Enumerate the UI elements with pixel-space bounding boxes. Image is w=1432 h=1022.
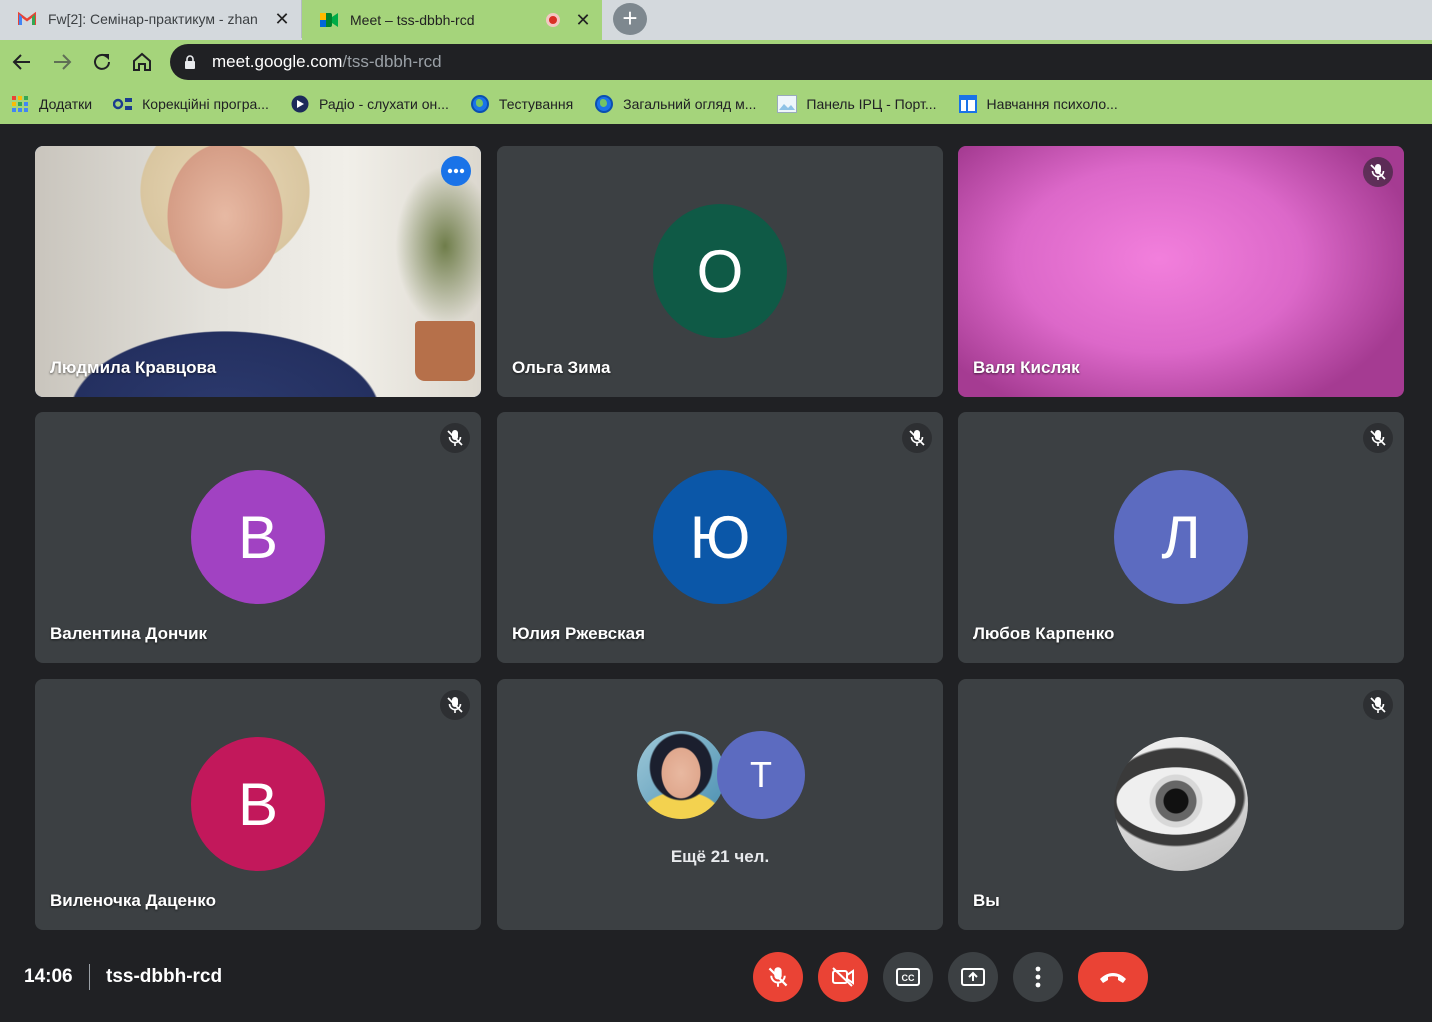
lock-icon [185,55,195,69]
calendar-icon [958,95,978,113]
reload-icon[interactable] [90,50,114,74]
recording-indicator-icon [546,13,560,27]
self-tile[interactable]: Вы [958,679,1404,930]
avatar: В [191,470,325,604]
url-host: meet.google.com [212,52,343,71]
present-screen-icon [961,968,985,986]
globe-icon [470,95,490,113]
tab-gmail[interactable]: Fw[2]: Семінар-практикум - zhan ✕ [0,0,302,38]
leave-call-button[interactable] [1078,952,1148,1002]
more-options-button[interactable] [1013,952,1063,1002]
svg-text:CC: CC [902,973,915,983]
bookmark-label: Корекційні програ... [142,96,269,112]
address-bar[interactable]: meet.google.com/tss-dbbh-rcd [170,44,1432,80]
mic-off-icon [440,690,470,720]
participant-name: Валентина Дончик [50,624,208,643]
participant-name: Валя Кисляк [973,358,1080,377]
home-icon[interactable] [130,50,154,74]
more-vertical-icon [1035,966,1041,988]
bookmark-label: Радіо - слухати он... [318,96,449,112]
participant-name: Юлия Ржевская [512,624,645,643]
mic-off-icon [768,967,788,987]
meet-stage: Людмила Кравцова О Ольга Зима Валя Кисля… [0,124,1432,1022]
mic-off-icon [1363,690,1393,720]
close-icon[interactable]: ✕ [574,10,592,31]
camera-off-icon [832,967,854,987]
bookmark-label: Загальний огляд м... [623,96,757,112]
mic-off-icon [902,423,932,453]
browser-toolbar: meet.google.com/tss-dbbh-rcd [0,40,1432,84]
participant-name: Людмила Кравцова [50,358,217,377]
bookmark-label: Навчання психоло... [986,96,1118,112]
avatar: В [191,737,325,871]
mic-off-icon [1363,157,1393,187]
captions-button[interactable]: CC [883,952,933,1002]
bookmark-testing[interactable]: Тестування [470,95,573,113]
participant-tile[interactable]: Валя Кисляк [958,146,1404,397]
divider [89,964,90,990]
meeting-clock: 14:06 [24,966,73,987]
mic-off-icon [440,423,470,453]
image-icon [777,95,798,113]
cluster-icon [113,95,133,113]
more-options-button[interactable] [441,156,471,186]
more-horizontal-icon [447,168,465,174]
avatar: Л [1114,470,1248,604]
tab-title: Meet – tss-dbbh-rcd [350,12,475,28]
close-icon[interactable]: ✕ [273,9,291,30]
present-screen-button[interactable] [948,952,998,1002]
radio-icon [290,95,310,113]
more-participants-tile[interactable]: Т Ещё 21 чел. [497,679,943,930]
meeting-code: tss-dbbh-rcd [106,966,223,987]
camera-toggle-button[interactable] [818,952,868,1002]
tab-title: Fw[2]: Семінар-практикум - zhan [48,11,258,27]
participant-photo-avatar [637,731,725,819]
bookmark-label: Додатки [39,96,93,112]
avatar: О [653,204,787,338]
closed-captions-icon: CC [896,968,920,986]
participant-tile[interactable]: Людмила Кравцова [35,146,481,397]
participant-tile[interactable]: В Виленочка Даценко [35,679,481,930]
more-avatars-group: Т [637,731,817,821]
bookmark-label: Тестування [498,96,574,112]
participant-name: Вы [973,891,1000,910]
more-participants-label: Ещё 21 чел. [670,847,770,866]
bookmark-psychology[interactable]: Навчання психоло... [958,95,1118,113]
participant-tile[interactable]: Ю Юлия Ржевская [497,412,943,663]
mic-toggle-button[interactable] [753,952,803,1002]
participant-name: Любов Карпенко [973,624,1115,643]
bookmark-apps[interactable]: Додатки [10,95,92,113]
url-path: /tss-dbbh-rcd [342,52,442,71]
meet-icon [320,13,338,27]
bookmark-panel[interactable]: Панель IPЦ - Порт... [777,95,937,113]
participant-tile[interactable]: Л Любов Карпенко [958,412,1404,663]
bookmarks-bar: Додатки Корекційні програ... Радіо - слу… [0,84,1432,124]
tab-strip: Fw[2]: Семінар-практикум - zhan ✕ Meet –… [0,0,1432,40]
meeting-controls-bar: 14:06 tss-dbbh-rcd CC [0,940,1432,1022]
bookmark-radio[interactable]: Радіо - слухати он... [290,95,449,113]
participant-name: Виленочка Даценко [50,891,216,910]
back-icon[interactable] [10,50,34,74]
participant-tile[interactable]: О Ольга Зима [497,146,943,397]
eye-photo-avatar [1114,737,1248,871]
avatar: Т [717,731,805,819]
bookmark-programs[interactable]: Корекційні програ... [113,95,269,113]
participant-name: Ольга Зима [512,358,611,377]
apps-grid-icon [10,95,30,113]
mic-off-icon [1363,423,1393,453]
tab-meet[interactable]: Meet – tss-dbbh-rcd ✕ [302,0,602,40]
plant-decoration [395,166,481,326]
hang-up-icon [1100,973,1126,983]
avatar: Ю [653,470,787,604]
bookmark-label: Панель IPЦ - Порт... [806,96,937,112]
bookmark-overview[interactable]: Загальний огляд м... [594,95,756,113]
plant-pot-decoration [415,321,475,381]
gmail-icon [18,11,36,25]
globe-icon [594,95,614,113]
participant-tile[interactable]: В Валентина Дончик [35,412,481,663]
new-tab-button[interactable]: + [613,3,647,35]
forward-icon[interactable] [50,50,74,74]
